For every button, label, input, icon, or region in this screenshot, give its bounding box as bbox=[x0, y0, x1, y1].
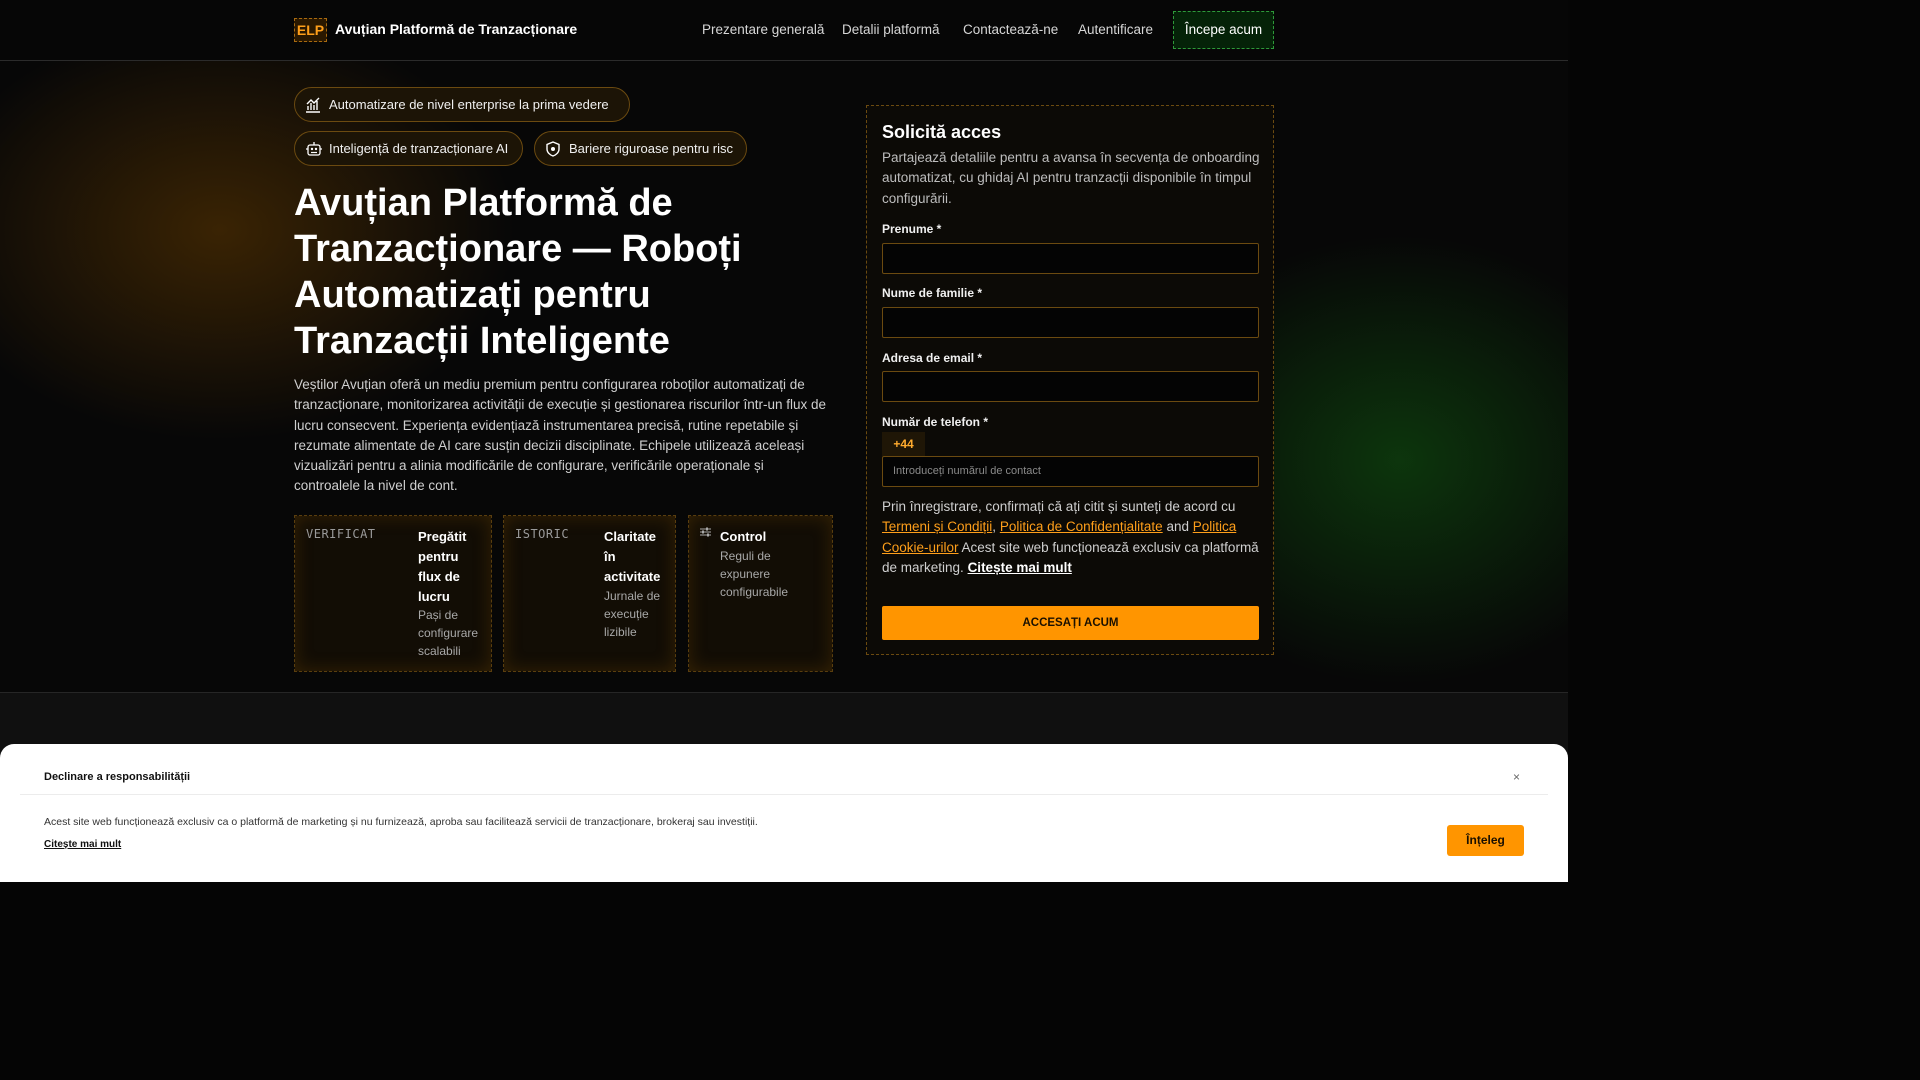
legal-notice: Prin înregistrare, confirmați că ați cit… bbox=[882, 499, 1259, 575]
badge-enterprise-automation: Automatizare de nivel enterprise la prim… bbox=[294, 87, 630, 122]
robot-icon bbox=[306, 142, 322, 156]
phone-input[interactable]: Introduceți numărul de contact bbox=[882, 456, 1259, 487]
page-title: Avuțian Platformă de Tranzacționare — Ro… bbox=[294, 182, 742, 362]
form-intro: Partajează detaliile pentru a avansa în … bbox=[882, 150, 1260, 206]
nav-item-overview[interactable]: Prezentare generală bbox=[702, 22, 824, 37]
badge-ai-intelligence: Inteligență de tranzacționare AI bbox=[294, 131, 523, 166]
feature-card-activity: ISTORIC Claritate în activitate Jurnale … bbox=[503, 515, 676, 672]
start-now-button[interactable]: Începe acum bbox=[1173, 11, 1274, 49]
card-tag: VERIFICAT bbox=[306, 527, 376, 541]
hero-description: Veștilor Avuțian oferă un mediu premium … bbox=[294, 377, 826, 494]
first-name-input[interactable] bbox=[882, 243, 1259, 274]
access-request-form: Solicită acces Partajează detaliile pent… bbox=[866, 105, 1274, 655]
badge-label: Bariere riguroase pentru risc bbox=[569, 141, 734, 156]
card-subtitle: Pași de configurare scalabili bbox=[418, 608, 479, 658]
card-tag: ISTORIC bbox=[515, 527, 570, 541]
first-name-label: Prenume * bbox=[882, 222, 942, 236]
disclaimer-read-more-link[interactable]: Citește mai mult bbox=[44, 839, 121, 850]
last-name-input[interactable] bbox=[882, 307, 1259, 338]
last-name-label: Nume de familie * bbox=[882, 286, 983, 300]
nav-item-platform-details[interactable]: Detalii platformă bbox=[842, 22, 940, 37]
card-subtitle: Jurnale de execuție lizibile bbox=[604, 589, 661, 639]
nav-item-contact[interactable]: Contactează-ne bbox=[963, 22, 1058, 37]
accept-disclaimer-button[interactable]: Înțeleg bbox=[1447, 825, 1524, 856]
email-label: Adresa de email * bbox=[882, 351, 983, 365]
card-title: Control bbox=[720, 529, 767, 544]
badge-risk-barriers: Bariere riguroase pentru risc bbox=[534, 131, 747, 166]
legal-and: and bbox=[1166, 519, 1189, 535]
top-navigation-bar: ELP Avuțian Platformă de Tranzacționare … bbox=[0, 0, 1568, 61]
nav-item-login[interactable]: Autentificare bbox=[1078, 22, 1153, 37]
badge-label: Inteligență de tranzacționare AI bbox=[329, 141, 509, 156]
form-title: Solicită acces bbox=[882, 122, 1002, 142]
disclaimer-banner: Declinare a responsabilității × Acest si… bbox=[0, 744, 1568, 882]
disclaimer-title: Declinare a responsabilității bbox=[44, 771, 191, 783]
phone-label: Număr de telefon * bbox=[882, 415, 989, 429]
email-input[interactable] bbox=[882, 371, 1259, 402]
legal-prefix: Prin înregistrare, confirmați că ați cit… bbox=[882, 499, 1236, 514]
phone-country-prefix[interactable]: +44 bbox=[882, 432, 925, 456]
card-title: Pregătit pentru flux de lucru bbox=[418, 529, 467, 604]
badge-label: Automatizare de nivel enterprise la prim… bbox=[329, 97, 609, 112]
terms-link[interactable]: Termeni și Condiții bbox=[882, 519, 992, 534]
card-title: Claritate în activitate bbox=[604, 529, 661, 584]
close-icon[interactable]: × bbox=[1513, 770, 1520, 784]
shield-icon bbox=[546, 141, 560, 157]
feature-card-control: Control Reguli de expunere configurabile bbox=[688, 515, 833, 672]
logo-badge[interactable]: ELP bbox=[294, 18, 327, 42]
chart-icon bbox=[306, 97, 320, 113]
submit-button[interactable]: ACCESAȚI ACUM bbox=[882, 606, 1259, 640]
disclaimer-text: Acest site web funcționează exclusiv ca … bbox=[44, 816, 758, 828]
brand-name[interactable]: Avuțian Platformă de Tranzacționare bbox=[335, 21, 577, 37]
read-more-link[interactable]: Citește mai mult bbox=[968, 560, 1072, 575]
sliders-icon bbox=[700, 527, 711, 537]
privacy-link[interactable]: Politica de Confidențialitate bbox=[1000, 519, 1163, 534]
card-subtitle: Reguli de expunere configurabile bbox=[720, 549, 789, 599]
feature-card-workflow: VERIFICAT Pregătit pentru flux de lucru … bbox=[294, 515, 492, 672]
divider bbox=[20, 794, 1548, 795]
